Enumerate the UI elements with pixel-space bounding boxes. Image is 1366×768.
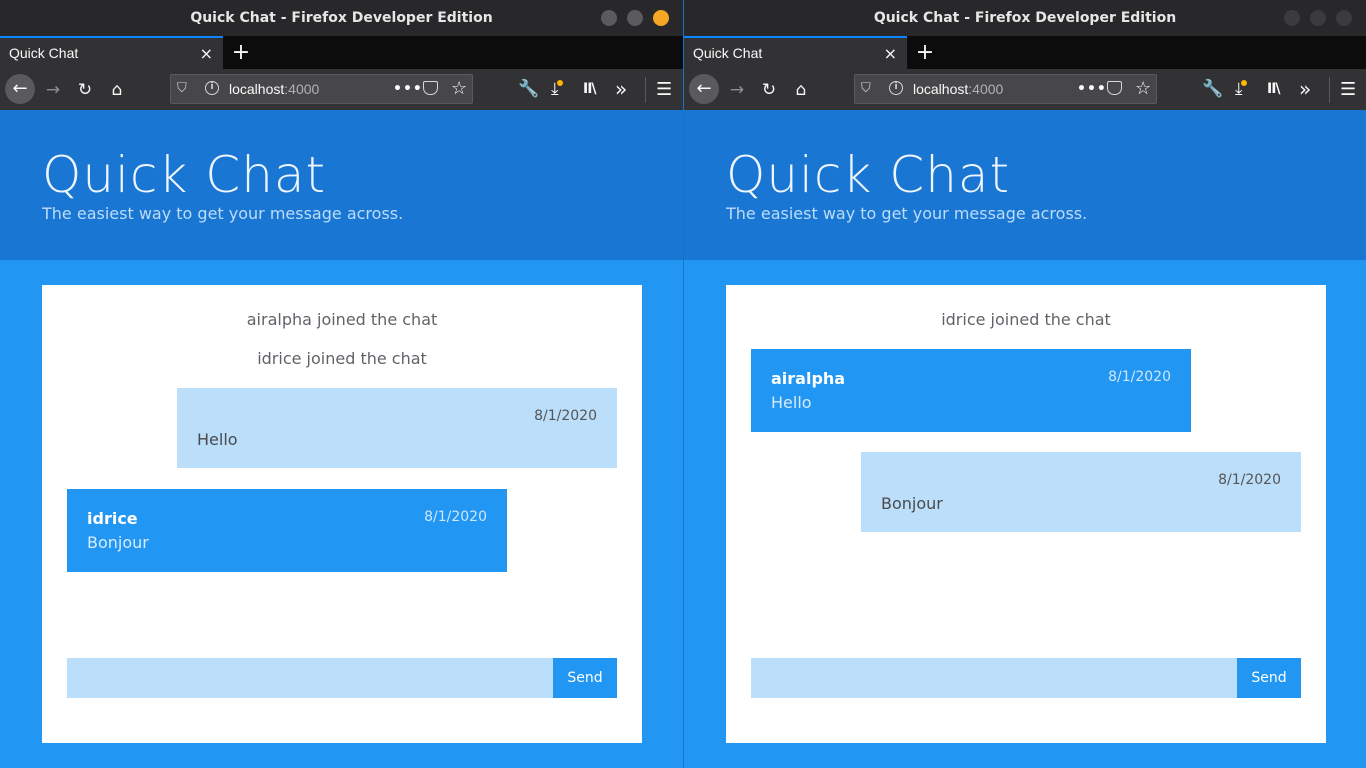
message-composer: Send [67, 658, 617, 698]
page-header: Quick Chat The easiest way to get your m… [0, 110, 683, 260]
url-port: :4000 [284, 81, 320, 97]
url-host: localhost [913, 81, 969, 97]
window-title: Quick Chat - Firefox Developer Edition [190, 10, 493, 26]
message-date: 8/1/2020 [424, 509, 487, 525]
url-bar[interactable]: ⛉ i localhost:4000 ••• ☆ [170, 74, 473, 104]
message-text: Bonjour [87, 533, 149, 552]
message-date: 8/1/2020 [534, 408, 597, 424]
reload-icon[interactable]: ↻ [72, 77, 98, 103]
menu-icon[interactable]: ☰ [656, 69, 672, 110]
url-text[interactable]: localhost:4000 [229, 75, 319, 103]
title-bar: Quick Chat - Firefox Developer Edition [0, 0, 683, 36]
reload-icon[interactable]: ↻ [756, 77, 782, 103]
url-port: :4000 [968, 81, 1004, 97]
forward-icon[interactable]: → [724, 77, 750, 103]
url-host: localhost [229, 81, 285, 97]
minimize-button[interactable] [1284, 10, 1300, 26]
message-bubble-own: 8/1/2020 Hello [177, 388, 617, 468]
message-text: Bonjour [881, 494, 943, 513]
navigation-toolbar: ← → ↻ ⌂ ⛉ i localhost:4000 ••• ☆ 🔧 ⤓ II\… [684, 69, 1366, 111]
bookmark-star-icon[interactable]: ☆ [451, 75, 467, 103]
tab-label: Quick Chat [693, 45, 763, 61]
message-text: Hello [197, 430, 238, 449]
library-icon[interactable]: II\ [583, 69, 596, 110]
page-actions-icon[interactable]: ••• [393, 75, 423, 103]
home-icon[interactable]: ⌂ [104, 77, 130, 103]
browser-window-right: Quick Chat - Firefox Developer Edition Q… [683, 0, 1366, 768]
tab-label: Quick Chat [9, 45, 79, 61]
message-date: 8/1/2020 [1218, 472, 1281, 488]
message-text: Hello [771, 393, 812, 412]
new-tab-icon[interactable]: + [915, 36, 935, 69]
send-button[interactable]: Send [1237, 658, 1301, 698]
close-window-button[interactable] [653, 10, 669, 26]
chat-panel: idrice joined the chat airalpha 8/1/2020… [726, 285, 1326, 743]
send-button[interactable]: Send [553, 658, 617, 698]
browser-window-left: Quick Chat - Firefox Developer Edition Q… [0, 0, 683, 768]
forward-icon[interactable]: → [40, 77, 66, 103]
library-icon[interactable]: II\ [1267, 69, 1280, 110]
shield-icon[interactable]: ⛉ [177, 75, 187, 103]
pocket-icon[interactable] [1107, 81, 1122, 95]
maximize-button[interactable] [1310, 10, 1326, 26]
wrench-icon[interactable]: 🔧 [1202, 69, 1223, 110]
shield-icon[interactable]: ⛉ [861, 75, 871, 103]
window-controls [1284, 10, 1352, 26]
page-header: Quick Chat The easiest way to get your m… [684, 110, 1366, 260]
message-username: idrice [87, 509, 138, 528]
maximize-button[interactable] [627, 10, 643, 26]
tab-quick-chat[interactable]: Quick Chat × [684, 36, 907, 69]
message-input[interactable] [67, 658, 553, 698]
close-icon[interactable]: × [200, 38, 213, 69]
back-icon[interactable]: ← [689, 74, 719, 104]
download-badge [556, 80, 563, 86]
overflow-icon[interactable]: » [615, 69, 627, 110]
page-subtitle: The easiest way to get your message acro… [726, 204, 1088, 223]
system-message: idrice joined the chat [941, 310, 1111, 329]
close-icon[interactable]: × [884, 38, 897, 69]
url-bar[interactable]: ⛉ i localhost:4000 ••• ☆ [854, 74, 1157, 104]
pocket-icon[interactable] [423, 81, 438, 95]
navigation-toolbar: ← → ↻ ⌂ ⛉ i localhost:4000 ••• ☆ 🔧 ⤓ II\… [0, 69, 683, 111]
chat-panel: airalpha joined the chat idrice joined t… [42, 285, 642, 743]
tab-bar: Quick Chat × + [0, 36, 683, 69]
menu-icon[interactable]: ☰ [1340, 69, 1356, 110]
message-bubble-other: airalpha 8/1/2020 Hello [751, 349, 1191, 432]
window-title: Quick Chat - Firefox Developer Edition [873, 10, 1177, 26]
overflow-icon[interactable]: » [1299, 69, 1311, 110]
bookmark-star-icon[interactable]: ☆ [1135, 75, 1151, 103]
toolbar-divider [1329, 77, 1330, 103]
message-username: airalpha [771, 369, 846, 388]
home-icon[interactable]: ⌂ [788, 77, 814, 103]
message-input[interactable] [751, 658, 1237, 698]
url-text[interactable]: localhost:4000 [913, 75, 1003, 103]
window-controls [601, 10, 669, 26]
minimize-button[interactable] [601, 10, 617, 26]
download-badge [1240, 80, 1247, 86]
page-title: Quick Chat [42, 146, 327, 204]
message-bubble-own: 8/1/2020 Bonjour [861, 452, 1301, 532]
download-icon[interactable]: ⤓ [1235, 69, 1247, 110]
system-message: airalpha joined the chat [246, 310, 438, 329]
page-title: Quick Chat [726, 146, 1011, 204]
message-date: 8/1/2020 [1108, 369, 1171, 385]
tab-bar: Quick Chat × + [684, 36, 1366, 69]
title-bar: Quick Chat - Firefox Developer Edition [684, 0, 1366, 36]
wrench-icon[interactable]: 🔧 [518, 69, 539, 110]
message-composer: Send [751, 658, 1301, 698]
close-window-button[interactable] [1336, 10, 1352, 26]
info-icon[interactable]: i [889, 81, 903, 95]
new-tab-icon[interactable]: + [231, 36, 251, 69]
info-icon[interactable]: i [205, 81, 219, 95]
page-actions-icon[interactable]: ••• [1077, 75, 1107, 103]
download-icon[interactable]: ⤓ [551, 69, 563, 110]
page-subtitle: The easiest way to get your message acro… [42, 204, 404, 223]
system-message: idrice joined the chat [257, 349, 427, 368]
toolbar-divider [645, 77, 646, 103]
back-icon[interactable]: ← [5, 74, 35, 104]
message-bubble-other: idrice 8/1/2020 Bonjour [67, 489, 507, 572]
tab-quick-chat[interactable]: Quick Chat × [0, 36, 223, 69]
